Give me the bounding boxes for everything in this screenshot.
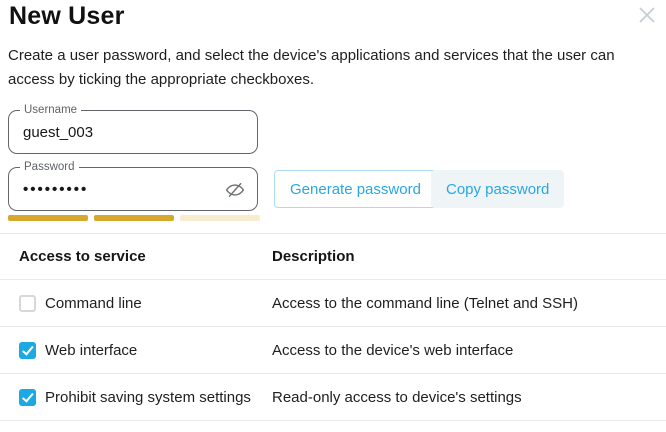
toggle-password-visibility-button[interactable] bbox=[224, 179, 246, 201]
password-strength-meter bbox=[8, 215, 260, 221]
close-button[interactable] bbox=[636, 4, 658, 26]
service-description: Read-only access to device's settings bbox=[272, 389, 666, 406]
username-field-wrapper: Username bbox=[8, 110, 258, 154]
checkbox-command-line[interactable] bbox=[19, 295, 36, 312]
eye-off-icon bbox=[224, 179, 246, 201]
table-row-web-interface: Web interface Access to the device's web… bbox=[0, 327, 666, 374]
dialog-description: Create a user password, and select the d… bbox=[8, 44, 658, 92]
service-description: Access to the device's web interface bbox=[272, 342, 666, 359]
password-field-label: Password bbox=[20, 160, 79, 175]
table-row-command-line: Command line Access to the command line … bbox=[0, 280, 666, 327]
service-label: Web interface bbox=[45, 342, 137, 359]
close-icon bbox=[636, 4, 658, 26]
access-table: Access to service Description Command li… bbox=[0, 233, 666, 421]
generate-password-button[interactable]: Generate password bbox=[274, 170, 437, 208]
strength-segment bbox=[180, 215, 260, 221]
checkbox-web-interface[interactable] bbox=[19, 342, 36, 359]
page-title: New User bbox=[9, 2, 125, 31]
table-header-row: Access to service Description bbox=[0, 233, 666, 280]
table-row-prohibit-saving: Prohibit saving system settings Read-onl… bbox=[0, 374, 666, 421]
header-description: Description bbox=[272, 248, 666, 265]
password-field-wrapper: Password bbox=[8, 167, 258, 211]
checkbox-prohibit-saving[interactable] bbox=[19, 389, 36, 406]
strength-segment bbox=[94, 215, 174, 221]
service-label: Command line bbox=[45, 295, 142, 312]
header-access-to-service: Access to service bbox=[0, 248, 272, 265]
copy-password-button[interactable]: Copy password bbox=[431, 170, 564, 208]
strength-segment bbox=[8, 215, 88, 221]
username-field-label: Username bbox=[20, 103, 81, 118]
service-description: Access to the command line (Telnet and S… bbox=[272, 295, 666, 312]
service-label: Prohibit saving system settings bbox=[45, 389, 251, 406]
